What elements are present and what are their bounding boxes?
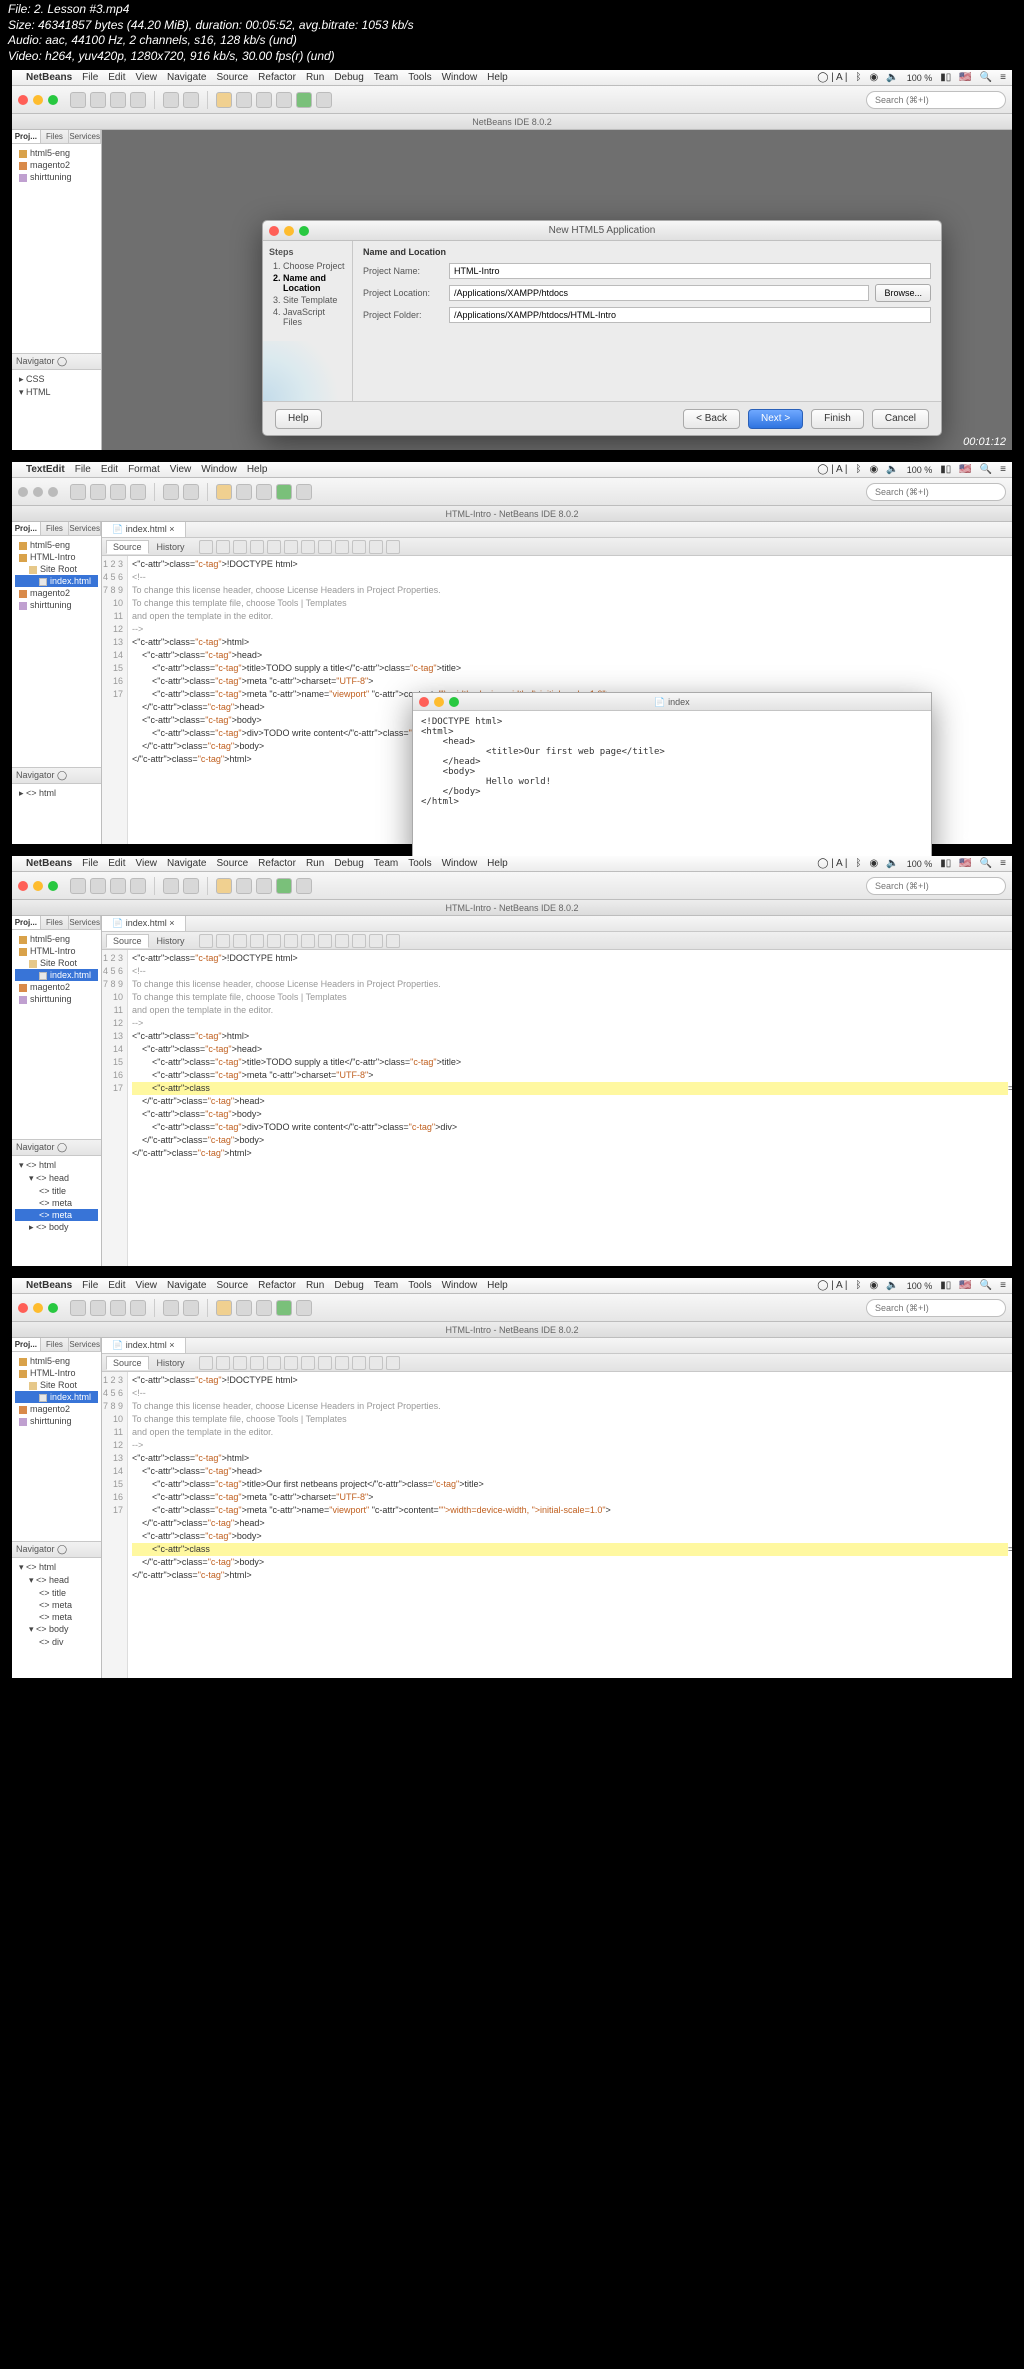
ide-search[interactable]	[866, 483, 1006, 501]
adobe-icon[interactable]: ◯ | A |	[817, 72, 847, 83]
step-item: Choose Project	[283, 261, 346, 271]
dialog-title: New HTML5 Application	[263, 221, 941, 241]
project-location-input[interactable]	[449, 285, 869, 301]
new-project-dialog: New HTML5 Application Steps Choose Proje…	[262, 220, 942, 436]
screenshot-1: NetBeans File Edit View Navigate Source …	[12, 70, 1012, 450]
app-name[interactable]: TextEdit	[26, 464, 65, 475]
textedit-window: 📄 index <!DOCTYPE html> <html> <head> <t…	[412, 692, 932, 862]
flag-icon[interactable]: 🇺🇸	[959, 72, 971, 83]
browser-icon[interactable]	[216, 92, 232, 108]
ide-title: NetBeans IDE 8.0.2	[12, 114, 1012, 130]
tree-item[interactable]: html5-eng	[15, 147, 98, 159]
menu-icon[interactable]: ≡	[1000, 72, 1006, 83]
battery-icon[interactable]: ▮▯	[940, 72, 951, 83]
app-name[interactable]: NetBeans	[26, 72, 72, 83]
project-location-label: Project Location:	[363, 288, 443, 298]
undo-icon[interactable]	[163, 92, 179, 108]
nav-item[interactable]: ▾ HTML	[15, 386, 98, 399]
minimize-icon[interactable]	[33, 95, 43, 105]
project-folder-input[interactable]	[449, 307, 931, 323]
new-project-icon[interactable]	[90, 92, 106, 108]
project-name-input[interactable]	[449, 263, 931, 279]
ide-toolbar	[12, 86, 1012, 114]
step-item: Name and Location	[283, 273, 346, 293]
adobe-icon[interactable]: ◯ | A |	[817, 464, 847, 475]
cancel-button[interactable]: Cancel	[872, 409, 929, 429]
save-icon[interactable]	[130, 92, 146, 108]
project-folder-label: Project Folder:	[363, 310, 443, 320]
textedit-content[interactable]: <!DOCTYPE html> <html> <head> <title>Our…	[413, 711, 931, 813]
timestamp: 00:02:22	[963, 830, 1006, 842]
bluetooth-icon[interactable]: ᛒ	[856, 72, 862, 83]
browse-button[interactable]: Browse...	[875, 284, 931, 302]
flag-icon[interactable]: 🇺🇸	[959, 464, 971, 475]
config-icon[interactable]	[236, 92, 252, 108]
wifi-icon[interactable]: ◉	[870, 72, 879, 83]
battery-status[interactable]: 100 %	[907, 73, 933, 83]
clean-icon[interactable]	[276, 92, 292, 108]
menu-icon[interactable]: ≡	[1000, 464, 1006, 475]
speaker-icon[interactable]: 🔈	[886, 464, 898, 475]
ide-search[interactable]	[866, 91, 1006, 109]
projects-tab[interactable]: Proj...	[12, 130, 41, 143]
spotlight-icon[interactable]: 🔍	[980, 464, 992, 475]
tree-item-selected[interactable]: index.html	[15, 575, 98, 587]
minimize-icon[interactable]	[284, 226, 294, 236]
editor-area: 📄 index.html × Source History 1 2 3 4 5 …	[102, 522, 1012, 844]
services-tab[interactable]: Services	[69, 130, 101, 143]
finish-button[interactable]: Finish	[811, 409, 864, 429]
navigator-header[interactable]: Navigator ◯	[12, 353, 101, 370]
bluetooth-icon[interactable]: ᛒ	[856, 464, 862, 475]
spotlight-icon[interactable]: 🔍	[980, 72, 992, 83]
open-icon[interactable]	[110, 92, 126, 108]
file-tab[interactable]: 📄 index.html ×	[102, 522, 186, 537]
tree-item[interactable]: shirttuning	[15, 171, 98, 183]
wizard-form: Name and Location Project Name: Project …	[353, 241, 941, 401]
media-info: File: 2. Lesson #3.mp4 Size: 46341857 by…	[0, 0, 1024, 66]
build-icon[interactable]	[256, 92, 272, 108]
zoom-icon[interactable]	[48, 95, 58, 105]
mac-menubar: TextEdit File Edit Format View Window He…	[12, 462, 1012, 478]
project-name-label: Project Name:	[363, 266, 443, 276]
speaker-icon[interactable]: 🔈	[886, 72, 898, 83]
close-icon[interactable]	[269, 226, 279, 236]
timestamp: 00:01:12	[963, 436, 1006, 448]
history-tab[interactable]: History	[151, 541, 191, 553]
back-button[interactable]: < Back	[683, 409, 740, 429]
step-item: JavaScript Files	[283, 307, 346, 327]
battery-icon[interactable]: ▮▯	[940, 464, 951, 475]
screenshot-2: TextEdit File Edit Format View Window He…	[12, 462, 1012, 844]
zoom-icon[interactable]	[299, 226, 309, 236]
editor-area: New HTML5 Application Steps Choose Proje…	[102, 130, 1012, 450]
wizard-steps: Steps Choose Project Name and Location S…	[263, 241, 353, 401]
files-tab[interactable]: Files	[41, 130, 70, 143]
mac-menubar: NetBeans File Edit View Navigate Source …	[12, 70, 1012, 86]
nav-item[interactable]: ▸ CSS	[15, 373, 98, 386]
next-button[interactable]: Next >	[748, 409, 803, 429]
close-icon[interactable]	[18, 95, 28, 105]
step-item: Site Template	[283, 295, 346, 305]
source-tab[interactable]: Source	[106, 540, 149, 554]
wifi-icon[interactable]: ◉	[870, 464, 879, 475]
ide-title: HTML-Intro - NetBeans IDE 8.0.2	[12, 506, 1012, 522]
battery-status[interactable]: 100 %	[907, 465, 933, 475]
run-icon[interactable]	[296, 92, 312, 108]
redo-icon[interactable]	[183, 92, 199, 108]
debug-icon[interactable]	[316, 92, 332, 108]
window-controls	[18, 95, 58, 105]
screenshot-3: NetBeans FileEditViewNavigateSourceRefac…	[12, 856, 1012, 1266]
tree-item[interactable]: magento2	[15, 159, 98, 171]
help-button[interactable]: Help	[275, 409, 322, 429]
sidebar: Proj... Files Services html5-eng magento…	[12, 130, 102, 450]
screenshot-4: NetBeans FileEditViewNavigateSourceRefac…	[12, 1278, 1012, 1678]
new-file-icon[interactable]	[70, 92, 86, 108]
